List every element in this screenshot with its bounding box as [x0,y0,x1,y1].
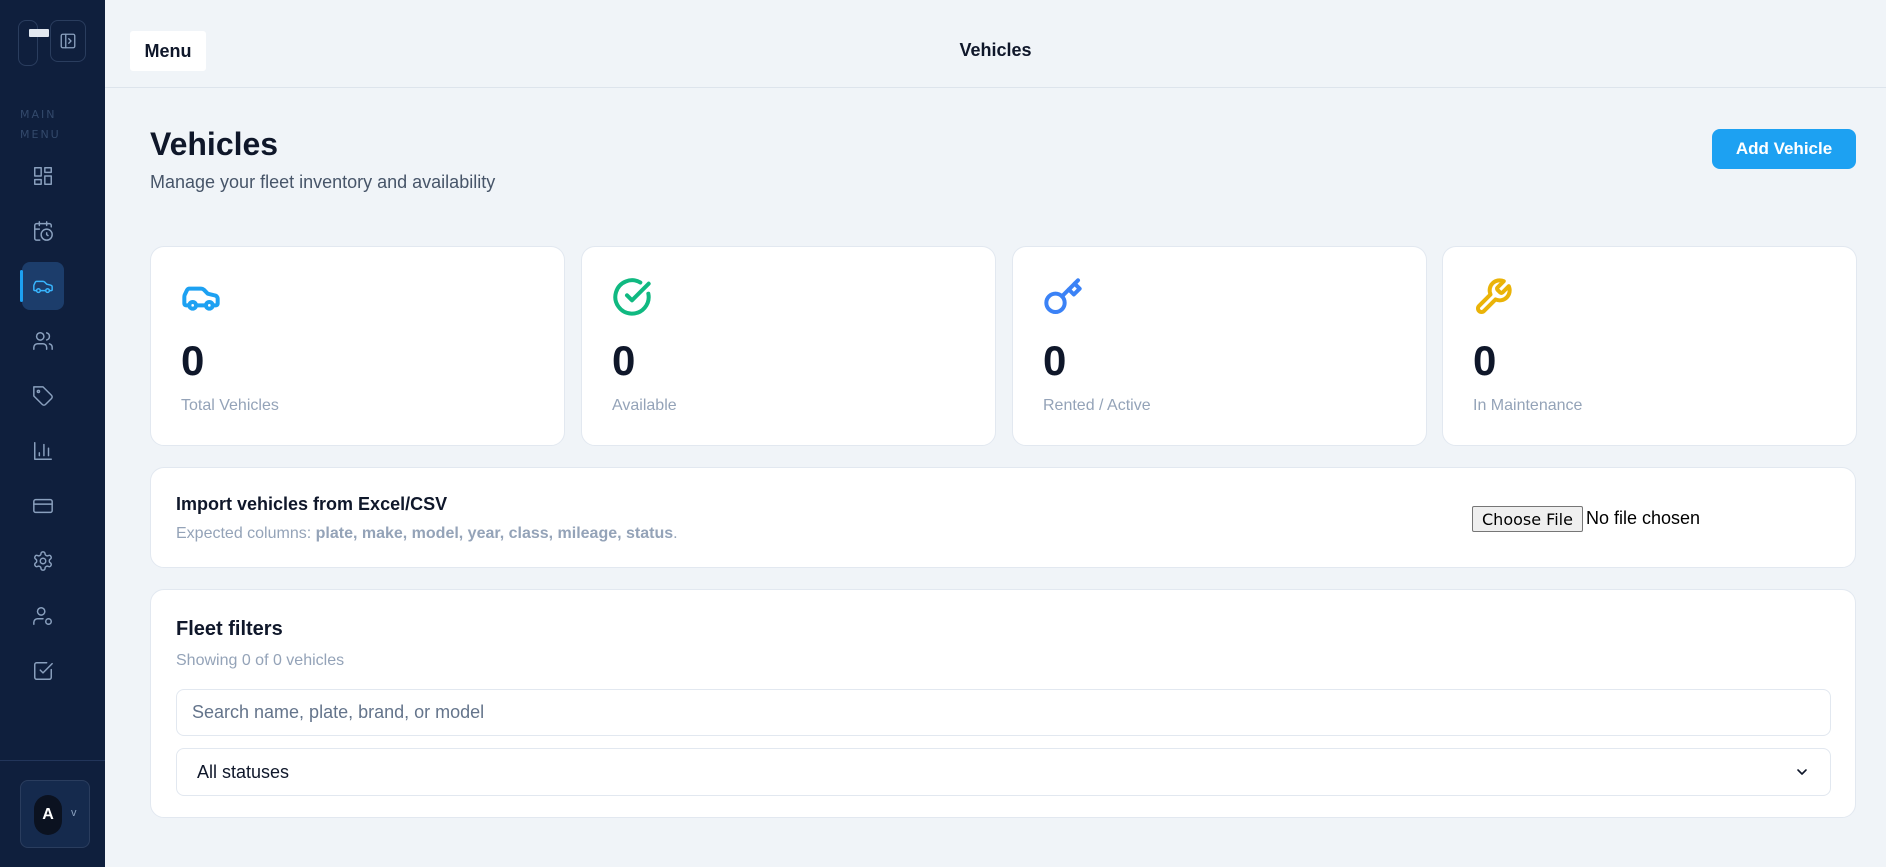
wrench-icon [1473,277,1513,317]
section-label-main-menu: MAIN MENU [20,108,61,141]
import-description: Expected columns: plate, make, model, ye… [176,525,678,543]
status-select-value: All statuses [197,761,290,782]
check-circle-icon [612,277,652,317]
dashboard-icon [34,167,52,185]
chevron-down-icon: v [71,807,77,819]
users-icon [33,332,53,350]
stat-value: 0 [612,337,636,384]
sidebar-item-vehicles[interactable] [20,262,64,310]
stat-value: 0 [181,337,205,384]
sidebar-item-staff[interactable] [22,592,64,640]
car-icon [181,277,221,317]
stat-label: Total Vehicles [181,397,279,414]
sidebar-item-bookings[interactable] [22,207,64,255]
key-icon [1043,277,1083,317]
gear-icon [34,551,52,571]
user-menu-button[interactable]: A v [20,780,90,848]
sidebar-item-pricing[interactable] [22,372,64,420]
stat-card-rented-active: 0 Rented / Active [1012,246,1427,446]
calendar-clock-icon [34,221,53,241]
stat-label: Rented / Active [1043,397,1151,414]
sidebar: MAIN MENU A v [0,0,105,867]
stat-card-in-maintenance: 0 In Maintenance [1442,246,1857,446]
sidebar-item-customers[interactable] [22,317,64,365]
credit-card-icon [33,498,53,514]
sidebar-item-settings[interactable] [22,537,64,585]
filters-card: Fleet filters Showing 0 of 0 vehicles Al… [150,589,1856,818]
topbar-title: Vehicles [959,40,1032,60]
sidebar-item-reports[interactable] [22,427,64,475]
search-input[interactable] [176,689,1831,736]
import-columns: plate, make, model, year, class, mileage… [315,525,674,542]
bar-chart-icon [34,442,52,460]
avatar: A [34,795,62,835]
topbar: Menu Vehicles [105,0,1886,88]
sidebar-item-dashboard[interactable] [22,152,64,200]
page-subtitle: Manage your fleet inventory and availabi… [150,172,496,192]
stat-label: In Maintenance [1473,397,1583,414]
logo-mark [29,29,49,37]
stat-value: 0 [1043,337,1067,384]
import-card: Import vehicles from Excel/CSV Expected … [150,467,1856,568]
stat-value: 0 [1473,337,1497,384]
sidebar-item-payments[interactable] [22,482,64,530]
car-icon [33,280,53,294]
checkbox-icon [34,662,53,680]
user-settings-icon [33,607,52,625]
sidebar-divider [0,760,105,761]
page-title: Vehicles [150,126,279,162]
chevron-down-icon [1797,769,1807,775]
sidebar-item-tasks[interactable] [22,647,64,695]
import-desc-prefix: Expected columns: [176,525,316,542]
choose-file-button[interactable]: Choose File [1472,506,1583,532]
logo[interactable] [18,20,49,66]
sidebar-panel-icon [60,33,76,49]
stat-card-total-vehicles: 0 Total Vehicles [150,246,565,446]
filters-title: Fleet filters [176,618,283,640]
filters-count: Showing 0 of 0 vehicles [176,652,345,669]
add-vehicle-button[interactable]: Add Vehicle [1712,129,1856,169]
status-select[interactable]: All statuses [176,748,1831,796]
stat-label: Available [612,397,677,414]
import-desc-suffix: . [673,525,678,542]
sidebar-toggle-button[interactable] [50,20,86,62]
stat-card-available: 0 Available [581,246,996,446]
file-status: No file chosen [1586,508,1701,528]
tag-icon [33,386,53,406]
import-title: Import vehicles from Excel/CSV [176,494,448,514]
